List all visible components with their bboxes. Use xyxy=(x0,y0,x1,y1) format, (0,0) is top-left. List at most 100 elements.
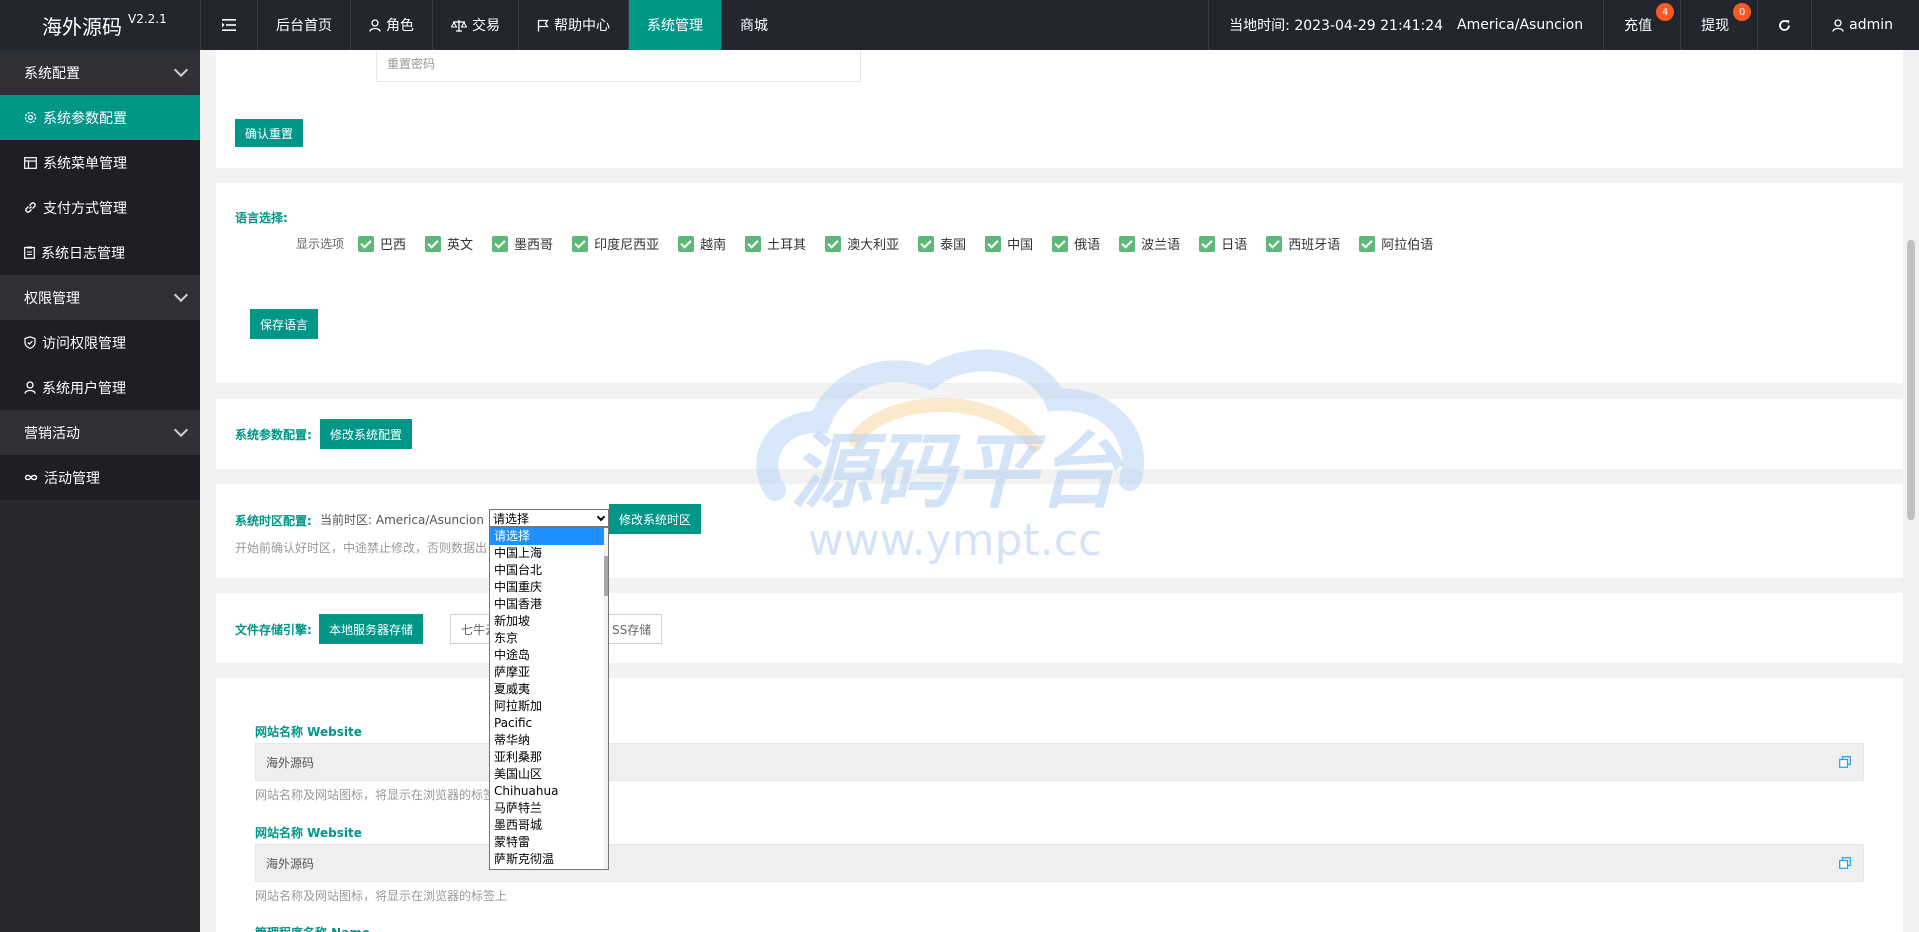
checkbox-label: 巴西 xyxy=(380,238,407,253)
sidebar-item-user-manage[interactable]: 系统用户管理 xyxy=(0,365,200,410)
sidebar-group-label: 系统配置 xyxy=(24,65,80,82)
withdraw-button[interactable]: 提现 0 xyxy=(1680,0,1757,50)
website-config-card: 网站名称 Website 海外源码 网站名称及网站图标，将显示在浏览器的标签上 … xyxy=(216,678,1903,932)
timezone-option[interactable]: 墨西哥城 xyxy=(490,817,608,834)
sidebar-item-menu-manage[interactable]: 系统菜单管理 xyxy=(0,140,200,185)
timezone-option[interactable]: 马萨特兰 xyxy=(490,800,608,817)
checkbox-label: 澳大利亚 xyxy=(847,238,900,253)
timezone-option[interactable]: Chihuahua xyxy=(490,783,608,800)
timezone-select[interactable]: 请选择 xyxy=(489,509,609,527)
local-time-text: 当地时间: 2023-04-29 21:41:24 xyxy=(1229,18,1444,34)
sidebar-group-marketing[interactable]: 营销活动 xyxy=(0,410,200,455)
checkbox-icon xyxy=(492,235,509,252)
flag-icon xyxy=(537,19,549,31)
sidebar-group-system-config[interactable]: 系统配置 xyxy=(0,50,200,95)
local-storage-button[interactable]: 本地服务器存储 xyxy=(319,614,424,644)
sidebar-item-log-manage[interactable]: 系统日志管理 xyxy=(0,230,200,275)
save-language-button[interactable]: 保存语言 xyxy=(250,309,319,339)
gear-icon xyxy=(24,111,37,124)
language-checkbox-brazil[interactable]: 巴西 xyxy=(358,234,406,253)
refresh-button[interactable] xyxy=(1757,0,1811,50)
dropdown-scrollbar[interactable] xyxy=(604,528,608,869)
timezone-option[interactable]: 蒙特雷 xyxy=(490,834,608,851)
language-checkbox-australia[interactable]: 澳大利亚 xyxy=(825,234,899,253)
sidebar-group-label: 营销活动 xyxy=(24,425,80,442)
sidebar-toggle-button[interactable] xyxy=(200,0,258,50)
checkbox-label: 越南 xyxy=(700,238,727,253)
dropdown-scroll-thumb[interactable] xyxy=(604,556,608,596)
timezone-title: 系统时区配置: xyxy=(235,514,312,528)
nav-trade[interactable]: 交易 xyxy=(433,0,519,50)
checkbox-icon xyxy=(1119,235,1136,252)
language-checkbox-indonesia[interactable]: 印度尼西亚 xyxy=(572,234,659,253)
timezone-option[interactable]: 请选择 xyxy=(490,528,608,545)
copy-icon[interactable] xyxy=(1839,857,1851,869)
timezone-option[interactable]: 萨摩亚 xyxy=(490,664,608,681)
language-checkbox-arabic[interactable]: 阿拉伯语 xyxy=(1359,234,1433,253)
timezone-dropdown-list[interactable]: 请选择 中国上海 中国台北 中国重庆 中国香港 新加坡 东京 中途岛 萨摩亚 夏… xyxy=(489,527,609,870)
language-checkbox-china[interactable]: 中国 xyxy=(985,234,1033,253)
right-nav: 当地时间: 2023-04-29 21:41:24 America/Asunci… xyxy=(1208,0,1919,50)
checkbox-icon xyxy=(745,235,762,252)
oss-storage-button[interactable]: SS存储 xyxy=(602,614,663,644)
confirm-reset-button[interactable]: 确认重置 xyxy=(235,119,304,147)
page-scrollbar[interactable] xyxy=(1903,50,1919,932)
timezone-option[interactable]: 中国香港 xyxy=(490,596,608,613)
timezone-option[interactable]: 萨斯克彻温 xyxy=(490,851,608,868)
sidebar-item-payment-manage[interactable]: 支付方式管理 xyxy=(0,185,200,230)
timezone-option[interactable]: 中国台北 xyxy=(490,562,608,579)
timezone-option[interactable]: 夏威夷 xyxy=(490,681,608,698)
nav-mall[interactable]: 商城 xyxy=(722,0,786,50)
checkbox-icon xyxy=(918,235,935,252)
language-checkbox-mexico[interactable]: 墨西哥 xyxy=(492,234,553,253)
sidebar-item-system-params[interactable]: 系统参数配置 xyxy=(0,95,200,140)
chevron-down-icon xyxy=(173,422,189,438)
language-checkbox-japanese[interactable]: 日语 xyxy=(1199,234,1247,253)
chevron-down-icon xyxy=(173,287,189,303)
infinity-icon xyxy=(24,474,38,481)
timezone-option[interactable]: 亚利桑那 xyxy=(490,749,608,766)
nav-help[interactable]: 帮助中心 xyxy=(519,0,629,50)
copy-icon[interactable] xyxy=(1839,756,1851,768)
page-scroll-thumb[interactable] xyxy=(1907,240,1915,520)
timezone-option[interactable]: 中国重庆 xyxy=(490,579,608,596)
language-checkbox-vietnam[interactable]: 越南 xyxy=(678,234,726,253)
language-checkbox-turkey[interactable]: 土耳其 xyxy=(745,234,806,253)
withdraw-label: 提现 xyxy=(1701,18,1730,34)
timezone-option[interactable]: 中途岛 xyxy=(490,647,608,664)
language-checkbox-russian[interactable]: 俄语 xyxy=(1052,234,1100,253)
sidebar-group-permissions[interactable]: 权限管理 xyxy=(0,275,200,320)
timezone-option[interactable]: 蒂华纳 xyxy=(490,732,608,749)
timezone-option[interactable]: 阿拉斯加 xyxy=(490,698,608,715)
timezone-option[interactable]: Pacific xyxy=(490,715,608,732)
timezone-option[interactable]: 新加坡 xyxy=(490,613,608,630)
local-time: 当地时间: 2023-04-29 21:41:24 America/Asunci… xyxy=(1208,0,1603,50)
recharge-label: 充值 xyxy=(1624,18,1653,34)
language-checkbox-english[interactable]: 英文 xyxy=(425,234,473,253)
admin-name-title: 管理程序名称 Name xyxy=(255,924,370,932)
language-title: 语言选择: xyxy=(235,211,288,225)
language-checkbox-thailand[interactable]: 泰国 xyxy=(918,234,966,253)
timezone-option[interactable]: 中国上海 xyxy=(490,545,608,562)
language-checkbox-spanish[interactable]: 西班牙语 xyxy=(1266,234,1340,253)
language-checkbox-polish[interactable]: 波兰语 xyxy=(1119,234,1180,253)
timezone-select-value: 请选择 xyxy=(493,511,530,526)
nav-role[interactable]: 角色 xyxy=(351,0,433,50)
timezone-option[interactable]: 东京 xyxy=(490,630,608,647)
language-options: 显示选项 巴西 英文 墨西哥 印度尼西亚 越南 土耳其 澳大利亚 泰国 中国 俄… xyxy=(296,234,1452,253)
checkbox-icon xyxy=(358,235,375,252)
reset-password-input[interactable]: 重置密码 xyxy=(376,50,861,82)
nav-home[interactable]: 后台首页 xyxy=(258,0,351,50)
sidebar-item-access-manage[interactable]: 访问权限管理 xyxy=(0,320,200,365)
storage-card: 文件存储引擎: 本地服务器存储 七牛云对 SS存储 xyxy=(216,593,1903,663)
logo[interactable]: 海外源码 V2.2.1 xyxy=(0,0,200,50)
user-menu[interactable]: admin xyxy=(1811,0,1919,50)
modify-system-config-button[interactable]: 修改系统配置 xyxy=(320,419,413,449)
version-label: V2.2.1 xyxy=(128,12,167,26)
recharge-button[interactable]: 充值 4 xyxy=(1603,0,1680,50)
timezone-option[interactable]: 美国山区 xyxy=(490,766,608,783)
nav-system[interactable]: 系统管理 xyxy=(629,0,722,50)
sidebar-item-activity-manage[interactable]: 活动管理 xyxy=(0,455,200,500)
link-icon xyxy=(25,202,36,213)
modify-timezone-button[interactable]: 修改系统时区 xyxy=(609,504,702,534)
